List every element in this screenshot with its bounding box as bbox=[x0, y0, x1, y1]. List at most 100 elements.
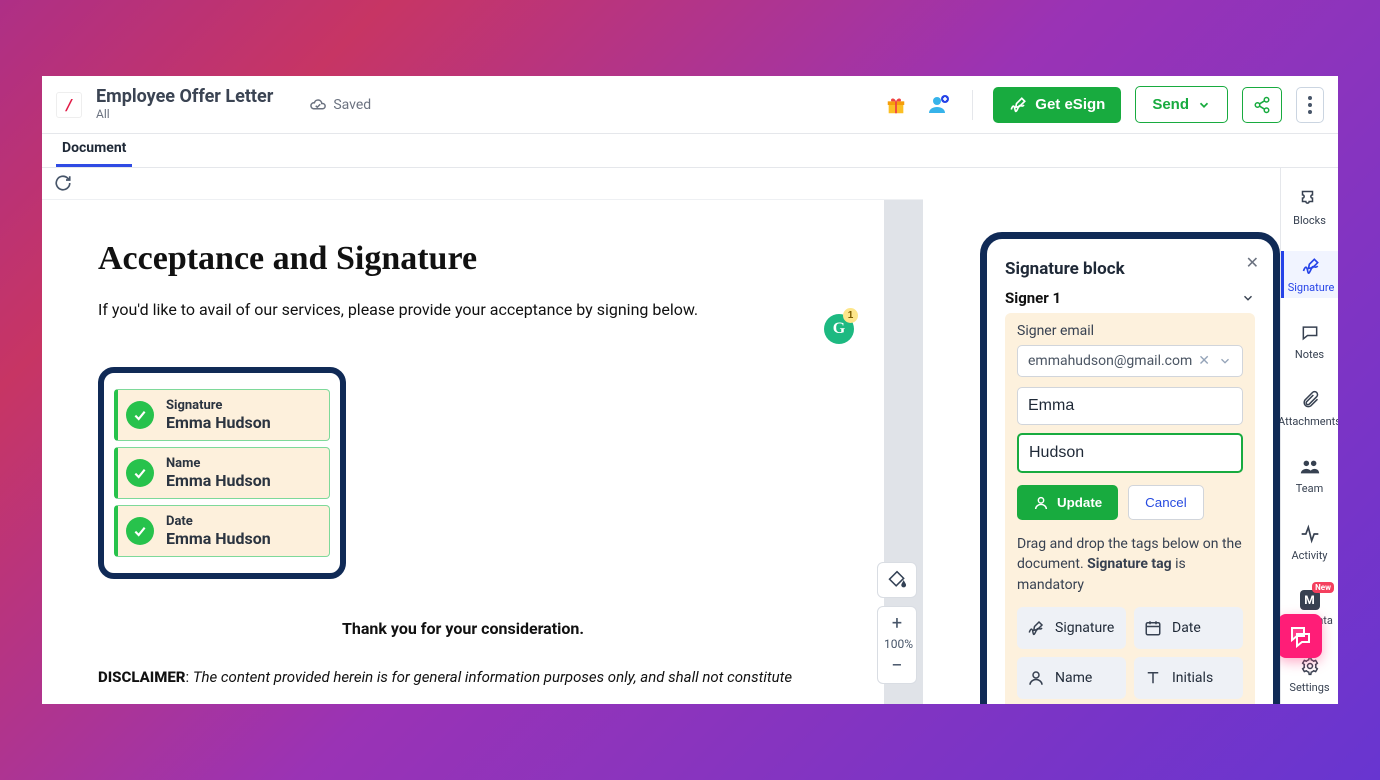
document-title: Employee Offer Letter bbox=[96, 87, 273, 108]
app-window: / Employee Offer Letter All Saved Get eS… bbox=[42, 76, 1338, 704]
rail-signature[interactable]: Signature bbox=[1281, 251, 1338, 298]
rail-label: Activity bbox=[1291, 549, 1327, 562]
tag-label: Signature bbox=[166, 398, 271, 413]
cancel-button[interactable]: Cancel bbox=[1128, 485, 1204, 520]
signer-card: Signer email emmahudson@gmail.com ✕ bbox=[1005, 313, 1255, 704]
fill-color-button[interactable] bbox=[877, 562, 917, 598]
last-name-input[interactable] bbox=[1017, 433, 1243, 473]
tab-document[interactable]: Document bbox=[56, 140, 132, 167]
chat-fab[interactable] bbox=[1278, 614, 1322, 658]
rail-label: Blocks bbox=[1293, 214, 1326, 227]
panel-title: Signature block bbox=[1005, 259, 1255, 279]
signer-email-label: Signer email bbox=[1017, 323, 1243, 339]
title-block: Employee Offer Letter All bbox=[96, 87, 273, 121]
signer-label: Signer 1 bbox=[1005, 289, 1061, 307]
disclaimer-body: The content provided herein is for gener… bbox=[193, 668, 792, 686]
more-menu-button[interactable] bbox=[1296, 87, 1324, 123]
disclaimer-label: DISCLAIMER bbox=[98, 668, 185, 686]
rail-label: Signature bbox=[1288, 281, 1335, 294]
rail-team[interactable]: Team bbox=[1281, 452, 1338, 499]
signature-icon bbox=[1027, 619, 1045, 637]
name-tag-placed[interactable]: Name Emma Hudson bbox=[114, 447, 330, 499]
tag-label: Name bbox=[1055, 670, 1092, 686]
rail-label: Attachments bbox=[1278, 415, 1338, 428]
chevron-down-icon[interactable] bbox=[1241, 291, 1255, 305]
chevron-down-icon bbox=[1218, 354, 1232, 368]
calendar-icon bbox=[1144, 619, 1162, 637]
rail-label: Notes bbox=[1295, 348, 1324, 361]
mini-toolbar bbox=[42, 168, 923, 200]
brand-logo: / bbox=[56, 92, 82, 118]
update-button[interactable]: Update bbox=[1017, 485, 1118, 520]
tag-label: Signature bbox=[1055, 620, 1114, 636]
document-page[interactable]: Acceptance and Signature If you'd like t… bbox=[42, 200, 884, 704]
clear-email-icon[interactable]: ✕ bbox=[1198, 353, 1210, 369]
signature-panel-highlight: ✕ Signature block Signer 1 Signer email … bbox=[980, 232, 1280, 704]
tag-date[interactable]: Date bbox=[1134, 607, 1243, 649]
tag-signature[interactable]: Signature bbox=[1017, 607, 1126, 649]
tag-value: Emma Hudson bbox=[166, 529, 271, 548]
get-esign-label: Get eSign bbox=[1035, 96, 1105, 113]
team-icon bbox=[1299, 456, 1321, 478]
rail-activity[interactable]: Activity bbox=[1281, 519, 1338, 566]
canvas-floating-tools: + 100% − bbox=[877, 562, 917, 684]
tag-label: Date bbox=[1172, 620, 1201, 636]
add-user-icon[interactable] bbox=[924, 91, 952, 119]
rail-notes[interactable]: Notes bbox=[1281, 318, 1338, 365]
signature-group-highlight: Signature Emma Hudson Name Emma Hudson bbox=[98, 367, 346, 579]
topbar: / Employee Offer Letter All Saved Get eS… bbox=[42, 76, 1338, 134]
chat-icon bbox=[1300, 323, 1320, 343]
disclaimer: DISCLAIMER: The content provided herein … bbox=[98, 668, 828, 686]
draggable-tags: Signature Date Name bbox=[1017, 607, 1243, 699]
rail-blocks[interactable]: Blocks bbox=[1281, 184, 1338, 231]
signer-email-select[interactable]: emmahudson@gmail.com ✕ bbox=[1017, 345, 1243, 377]
document-subtitle: All bbox=[96, 108, 273, 122]
signature-tag-placed[interactable]: Signature Emma Hudson bbox=[114, 389, 330, 441]
rail-attachments[interactable]: Attachments bbox=[1281, 385, 1338, 432]
canvas[interactable]: Acceptance and Signature If you'd like t… bbox=[42, 200, 923, 704]
send-label: Send bbox=[1152, 96, 1189, 113]
new-badge: New bbox=[1312, 582, 1334, 593]
check-icon bbox=[126, 459, 154, 487]
check-icon bbox=[126, 401, 154, 429]
get-esign-button[interactable]: Get eSign bbox=[993, 87, 1121, 123]
esign-icon bbox=[1009, 96, 1027, 114]
tag-value: Emma Hudson bbox=[166, 413, 271, 432]
first-name-input[interactable] bbox=[1017, 387, 1243, 425]
thank-you-text: Thank you for your consideration. bbox=[98, 619, 828, 638]
close-icon[interactable]: ✕ bbox=[1246, 253, 1259, 272]
zoom-controls: + 100% − bbox=[877, 606, 917, 684]
paperclip-icon bbox=[1300, 390, 1320, 410]
check-icon bbox=[126, 517, 154, 545]
signature-icon bbox=[1301, 256, 1321, 276]
tag-name[interactable]: Name bbox=[1017, 657, 1126, 699]
share-icon bbox=[1253, 96, 1271, 114]
tag-label: Name bbox=[166, 456, 271, 471]
update-label: Update bbox=[1057, 495, 1102, 510]
paint-bucket-icon bbox=[887, 570, 907, 590]
rail-settings[interactable]: Settings bbox=[1281, 651, 1338, 698]
signature-panel: ✕ Signature block Signer 1 Signer email … bbox=[991, 243, 1269, 704]
tabs-row: Document bbox=[42, 134, 1338, 168]
date-tag-placed[interactable]: Date Emma Hudson bbox=[114, 505, 330, 557]
refresh-icon bbox=[54, 174, 72, 192]
zoom-out-button[interactable]: − bbox=[884, 653, 910, 677]
text-icon bbox=[1144, 669, 1162, 687]
share-button[interactable] bbox=[1242, 87, 1282, 123]
zoom-in-button[interactable]: + bbox=[884, 613, 910, 635]
panel-help-text: Drag and drop the tags below on the docu… bbox=[1017, 534, 1243, 595]
rail-label: Team bbox=[1296, 482, 1324, 495]
rail-label: Settings bbox=[1289, 681, 1329, 694]
zoom-value: 100% bbox=[884, 635, 910, 653]
grammarly-badge-icon[interactable]: G bbox=[824, 314, 854, 344]
chevron-down-icon bbox=[1197, 98, 1211, 112]
tag-label: Initials bbox=[1172, 670, 1213, 686]
tag-value: Emma Hudson bbox=[166, 471, 271, 490]
gift-icon[interactable] bbox=[882, 91, 910, 119]
saved-label: Saved bbox=[333, 97, 371, 113]
refresh-button[interactable] bbox=[54, 174, 74, 194]
send-button[interactable]: Send bbox=[1135, 86, 1228, 123]
person-icon bbox=[1033, 495, 1049, 511]
puzzle-icon bbox=[1300, 189, 1320, 209]
tag-initials[interactable]: Initials bbox=[1134, 657, 1243, 699]
